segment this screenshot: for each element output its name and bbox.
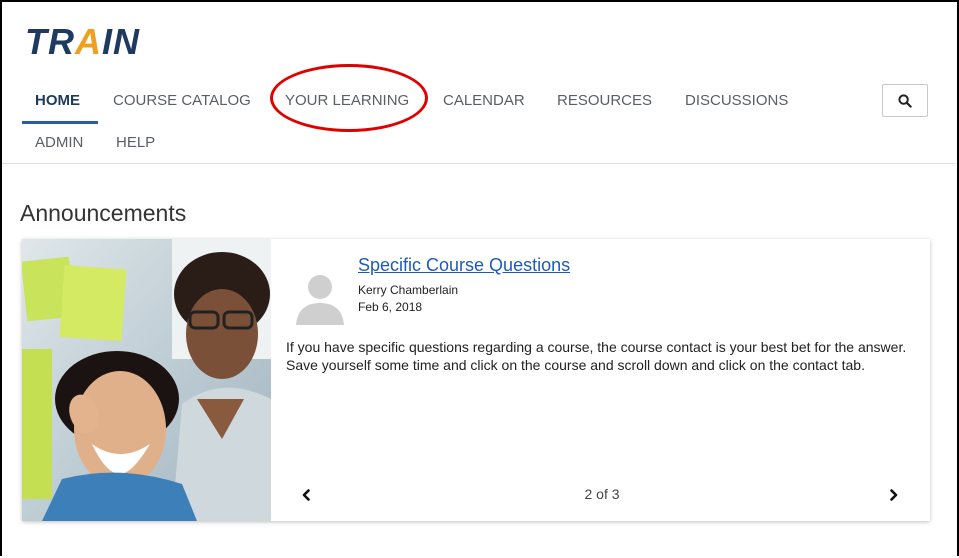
pager-status: 2 of 3 (584, 486, 620, 502)
search-button[interactable] (882, 84, 928, 117)
announcement-title-link[interactable]: Specific Course Questions (358, 255, 570, 276)
nav-calendar[interactable]: CALENDAR (443, 92, 525, 109)
chevron-left-icon (302, 489, 310, 501)
previous-announcement-button[interactable] (296, 485, 316, 505)
search-icon (898, 93, 912, 108)
announcement-date: Feb 6, 2018 (358, 300, 423, 314)
nav-admin[interactable]: ADMIN (35, 134, 83, 151)
nav-discussions[interactable]: DISCUSSIONS (685, 92, 788, 109)
announcement-card: Specific Course Questions Kerry Chamberl… (22, 239, 930, 521)
user-avatar-icon (296, 275, 344, 325)
nav-course-catalog[interactable]: COURSE CATALOG (113, 92, 251, 109)
announcement-author: Kerry Chamberlain (358, 283, 459, 297)
announcement-photo (22, 239, 271, 521)
nav-your-learning[interactable]: YOUR LEARNING (285, 92, 409, 109)
active-nav-indicator (22, 121, 98, 124)
nav-home[interactable]: HOME (35, 92, 80, 109)
announcement-body: If you have specific questions regarding… (286, 339, 907, 373)
nav-help[interactable]: HELP (116, 134, 155, 151)
nav-resources[interactable]: RESOURCES (557, 92, 652, 109)
train-logo[interactable]: TRAIN (25, 24, 140, 60)
header-divider (2, 163, 955, 164)
next-announcement-button[interactable] (884, 485, 904, 505)
announcements-heading: Announcements (20, 200, 187, 226)
chevron-right-icon (890, 489, 898, 501)
